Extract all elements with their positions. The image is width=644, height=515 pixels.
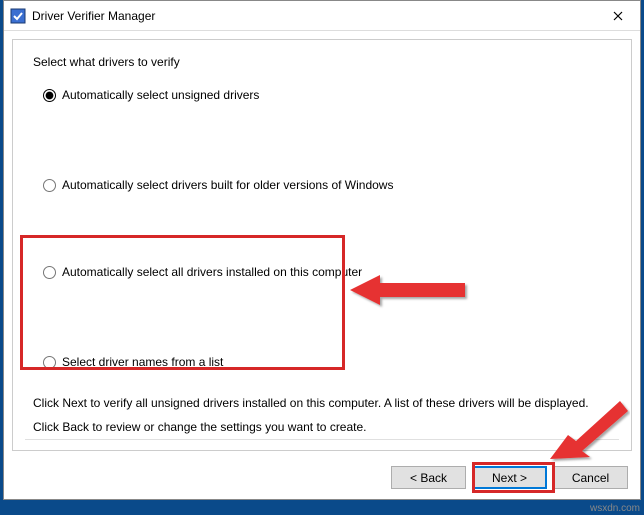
next-button[interactable]: Next > (472, 466, 547, 489)
wizard-panel: Select what drivers to verify Automatica… (12, 39, 632, 451)
wizard-buttons: < Back Next > Cancel (391, 466, 628, 489)
radio-option-all-drivers[interactable]: Automatically select all drivers install… (43, 265, 362, 279)
info-text-2: Click Back to review or change the setti… (33, 420, 611, 434)
app-icon (10, 8, 26, 24)
radio-option-from-list[interactable]: Select driver names from a list (43, 355, 223, 369)
window-title: Driver Verifier Manager (32, 9, 595, 23)
separator-line (25, 439, 619, 440)
info-text-1: Click Next to verify all unsigned driver… (33, 396, 611, 410)
watermark: wsxdn.com (590, 503, 640, 514)
radio-label: Select driver names from a list (62, 355, 223, 369)
radio-label: Automatically select all drivers install… (62, 265, 362, 279)
close-button[interactable] (595, 1, 640, 31)
content-area: Select what drivers to verify Automatica… (4, 31, 640, 499)
dialog-window: Driver Verifier Manager Select what driv… (3, 0, 641, 500)
radio-all-input[interactable] (43, 266, 56, 279)
radio-option-older-windows[interactable]: Automatically select drivers built for o… (43, 178, 393, 192)
back-button[interactable]: < Back (391, 466, 466, 489)
titlebar: Driver Verifier Manager (4, 1, 640, 31)
cancel-button[interactable]: Cancel (553, 466, 628, 489)
radio-older-input[interactable] (43, 179, 56, 192)
radio-option-unsigned[interactable]: Automatically select unsigned drivers (43, 88, 259, 102)
radio-list-input[interactable] (43, 356, 56, 369)
radio-unsigned-input[interactable] (43, 89, 56, 102)
radio-label: Automatically select unsigned drivers (62, 88, 259, 102)
group-label: Select what drivers to verify (33, 55, 180, 69)
radio-label: Automatically select drivers built for o… (62, 178, 393, 192)
